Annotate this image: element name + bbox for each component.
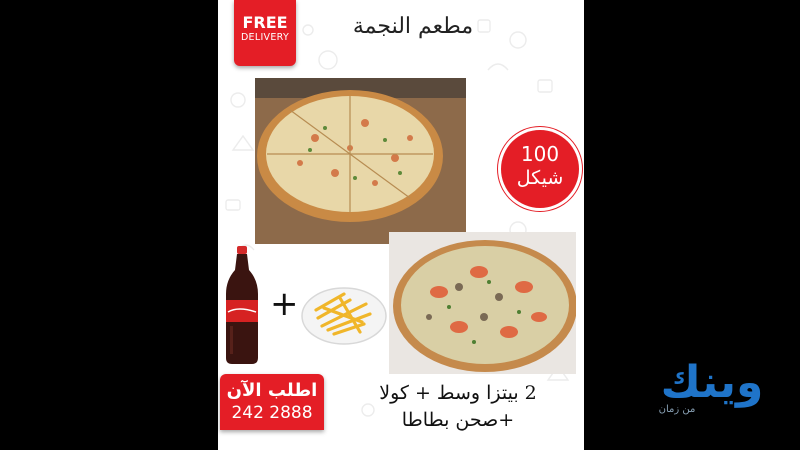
- fries-plate-image: [301, 287, 387, 345]
- offer-description: 2 بيتزا وسط + كولا +صحن بطاطا: [336, 380, 580, 434]
- phone-number: 242 2888: [231, 403, 313, 423]
- order-now-label: اطلب الآن: [226, 380, 318, 401]
- pizza-photo: [389, 232, 576, 374]
- price-badge: 100 شيكل: [501, 130, 579, 208]
- free-delivery-badge: FREE DELIVERY: [234, 0, 296, 66]
- order-now-badge: اطلب الآن 242 2888: [220, 374, 324, 430]
- watermark-logo-text: وينك: [660, 357, 764, 408]
- restaurant-name: مطعم النجمة: [352, 14, 474, 39]
- pizza-photo: [255, 78, 466, 244]
- plus-sign: +: [270, 284, 299, 324]
- offer-line-2: +صحن بطاطا: [401, 409, 515, 431]
- channel-watermark-logo: وينك من زمان: [632, 358, 792, 438]
- delivery-label: DELIVERY: [240, 32, 290, 43]
- price-amount: 100: [520, 142, 560, 166]
- free-label: FREE: [242, 13, 288, 32]
- offer-flyer: FREE DELIVERY مطعم النجمة 100 شيكل + اطل…: [218, 0, 584, 450]
- cola-bottle-image: [226, 246, 258, 364]
- offer-line-1: 2 بيتزا وسط + كولا: [379, 382, 537, 404]
- price-currency: شيكل: [516, 167, 564, 189]
